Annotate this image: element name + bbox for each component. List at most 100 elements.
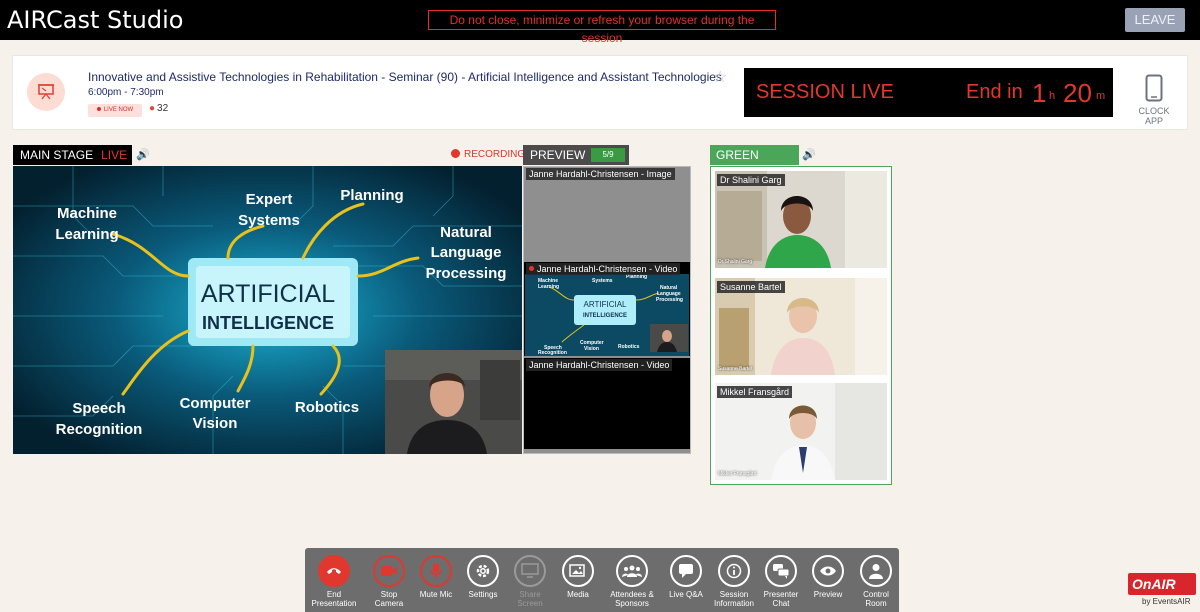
preview-item-caption: Janne Hardahl-Christensen - Video — [526, 263, 681, 275]
chat-bubbles-icon — [773, 564, 790, 579]
top-bar: AIRCast Studio Do not close, minimize or… — [0, 0, 1200, 45]
slide-center-line2: INTELLIGENCE — [202, 313, 334, 333]
mute-mic-label: Mute Mic — [419, 590, 453, 599]
preview-slide-thumbnail: ARTIFICIAL INTELLIGENCE MachineLearning … — [525, 274, 689, 356]
live-qa-label: Live Q&A — [669, 590, 703, 599]
main-stage-label: MAIN STAGE LIVE — [13, 145, 132, 165]
slide-topic-language: Language — [431, 244, 502, 261]
live-dot-icon — [529, 266, 534, 271]
clock-app-button[interactable]: CLOCK APP — [1129, 74, 1179, 126]
media-button[interactable]: Media — [550, 555, 606, 599]
onair-badge: OnAIR — [1128, 573, 1196, 595]
session-live-text: SESSION LIVE — [756, 81, 894, 103]
preview-item[interactable]: Janne Hardahl-Christensen - Video — [524, 358, 690, 449]
session-info-line1: Session — [719, 590, 749, 599]
hours-value: 1 — [1032, 78, 1047, 108]
green-room-speaker-icon[interactable]: 🔊 — [802, 148, 816, 161]
hang-up-icon — [327, 568, 341, 574]
recording-indicator: RECORDING — [451, 149, 525, 160]
phone-icon — [1145, 74, 1163, 102]
eye-icon — [820, 566, 836, 576]
presenter-name: Dr Shalini Garg — [717, 174, 785, 186]
svg-text:Vision: Vision — [584, 346, 599, 352]
main-stage-video[interactable]: ARTIFICIAL INTELLIGENCE Machine Learning… — [13, 166, 522, 454]
slide-topic-processing: Processing — [426, 265, 507, 282]
preview-item-caption: Janne Hardahl-Christensen - Video — [526, 359, 673, 371]
presenter-camera-pip — [385, 350, 522, 454]
green-room-presenter[interactable]: Susanne Bartel Susanne Bartel — [715, 278, 887, 375]
onair-logo: OnAIR by EventsAIR — [1128, 573, 1196, 609]
presenter-lower-third: Dr Shalini Garg — [718, 259, 753, 265]
main-stage-live: LIVE — [101, 148, 128, 162]
preview-panel: Janne Hardahl-Christensen - Image ARTIFI… — [523, 166, 691, 454]
presenter-chat-line1: Presenter — [763, 590, 799, 599]
svg-text:ARTIFICIAL: ARTIFICIAL — [584, 300, 628, 309]
monitor-icon — [521, 563, 539, 578]
preview-item[interactable]: Janne Hardahl-Christensen - Image — [524, 167, 690, 259]
preview-count-badge: 5/9 — [591, 148, 625, 162]
gear-icon — [476, 564, 490, 578]
stop-camera-line1: Stop — [380, 590, 398, 599]
group-icon — [622, 565, 642, 577]
hours-unit: h — [1049, 90, 1056, 102]
presenter-name: Susanne Bartel — [717, 281, 785, 293]
attendees-line2: Sponsors — [615, 599, 649, 608]
svg-text:Systems: Systems — [592, 278, 613, 284]
slide-topic-vision: Vision — [193, 415, 238, 432]
slide-topic-planning: Planning — [340, 187, 403, 204]
control-room-line1: Control — [863, 590, 889, 599]
presentation-icon — [27, 73, 65, 111]
live-now-label: LIVE NOW — [103, 107, 134, 113]
preview-caption-text: Janne Hardahl-Christensen - Video — [537, 264, 678, 274]
slide-topic-computer: Computer — [180, 395, 251, 412]
green-room-label: GREEN ROOM — [710, 145, 799, 182]
presenter-lower-third: Susanne Bartel — [718, 366, 753, 372]
preview-item-active[interactable]: ARTIFICIAL INTELLIGENCE Machine Learning … — [524, 262, 690, 356]
slide-topic-recognition: Recognition — [56, 421, 143, 438]
preview-item-caption: Janne Hardahl-Christensen - Image — [526, 168, 675, 180]
share-screen-line2: Screen — [517, 599, 543, 608]
recording-dot-icon — [451, 149, 460, 158]
green-room-panel: Dr Shalini Garg Dr Shalini Garg Susanne … — [710, 166, 892, 485]
attendees-line1: Attendees & — [610, 590, 654, 599]
control-room-line2: Room — [865, 599, 887, 608]
minutes-value: 20 — [1063, 78, 1092, 108]
app-title: AIRCast Studio — [7, 6, 184, 34]
attendees-sponsors-button[interactable]: Attendees & Sponsors — [604, 555, 660, 608]
presenter-lower-third: Mikkel Fransgård — [718, 471, 757, 477]
media-label: Media — [567, 590, 589, 599]
attendee-count-value: 32 — [157, 103, 169, 114]
eventsair-by: by EventsAIR — [1142, 597, 1191, 606]
end-presentation-button[interactable]: End Presentation — [306, 555, 362, 608]
live-now-badge: LIVE NOW — [88, 104, 142, 117]
presenter-chat-line2: Chat — [772, 599, 790, 608]
svg-text:INTELLIGENCE: INTELLIGENCE — [583, 313, 627, 319]
svg-text:Recognition: Recognition — [538, 350, 567, 356]
slide-topic-speech: Speech — [72, 400, 125, 417]
main-stage-speaker-icon[interactable]: 🔊 — [136, 148, 150, 161]
control-room-button[interactable]: Control Room — [848, 555, 904, 608]
end-presentation-line1: End — [326, 590, 342, 599]
person-icon: ● — [149, 103, 156, 114]
green-room-presenter[interactable]: Dr Shalini Garg Dr Shalini Garg — [715, 171, 887, 268]
slide-topic-expert: Expert — [246, 191, 293, 208]
recording-label: RECORDING — [464, 149, 526, 160]
slide-topic-natural: Natural — [440, 224, 492, 241]
control-bar: End Presentation Stop Camera Mute Mic Sett… — [305, 548, 899, 612]
end-presentation-line2: Presentation — [311, 599, 357, 608]
image-gallery-icon — [569, 564, 585, 577]
session-header: Innovative and Assistive Technologies in… — [12, 55, 1188, 130]
session-warning: Do not close, minimize or refresh your b… — [428, 10, 776, 45]
svg-text:Processing: Processing — [656, 297, 683, 303]
svg-text:Robotics: Robotics — [618, 344, 640, 350]
leave-button[interactable]: LEAVE — [1125, 8, 1185, 32]
end-in-label: End in — [966, 81, 1023, 103]
session-title: Innovative and Assistive Technologies in… — [88, 70, 722, 84]
slide-topic-learning: Learning — [55, 226, 118, 243]
favorite-star-icon[interactable]: ☆ — [713, 67, 727, 87]
session-info-line2: Information — [713, 599, 755, 608]
main-stage-title: MAIN STAGE — [20, 148, 94, 162]
microphone-icon — [430, 563, 442, 579]
slide-topic-systems: Systems — [238, 212, 300, 229]
green-room-presenter[interactable]: Mikkel Fransgård Mikkel Fransgård — [715, 383, 887, 480]
